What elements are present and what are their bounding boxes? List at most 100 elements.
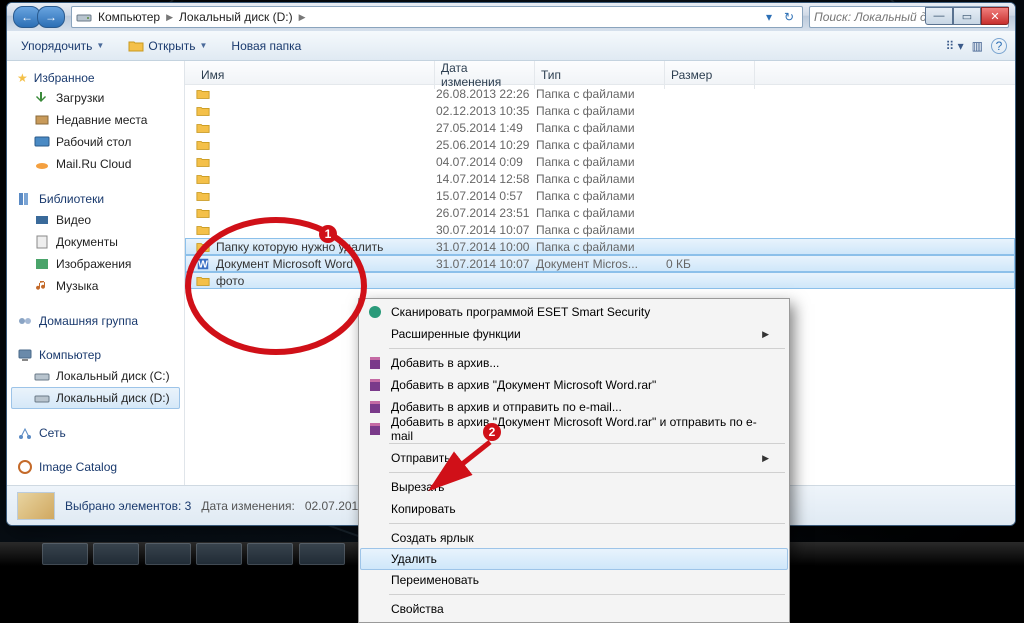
file-type: Папка с файлами [536, 104, 666, 118]
new-folder-button[interactable]: Новая папка [225, 37, 307, 55]
taskbar-item[interactable] [93, 543, 139, 565]
star-icon: ★ [17, 71, 28, 85]
view-mode-button[interactable]: ⠿ ▾ [946, 39, 964, 53]
refresh-icon[interactable]: ↻ [780, 10, 798, 24]
sidebar-item-pictures[interactable]: Изображения [11, 253, 180, 275]
menu-item[interactable]: Расширенные функции▶ [361, 323, 787, 345]
sidebar-item-drive-c[interactable]: Локальный диск (C:) [11, 365, 180, 387]
file-type: Папка с файлами [536, 240, 666, 254]
sidebar-homegroup-header[interactable]: Домашняя группа [11, 311, 180, 331]
file-name: Папку которую нужно удалить [216, 240, 383, 254]
menu-item[interactable]: Добавить в архив "Документ Microsoft Wor… [361, 374, 787, 396]
file-row[interactable]: 14.07.2014 12:58Папка с файлами [185, 170, 1015, 187]
taskbar-item[interactable] [196, 543, 242, 565]
drive-icon [76, 9, 92, 25]
file-row[interactable]: 26.07.2014 23:51Папка с файлами [185, 204, 1015, 221]
file-name: фото [216, 274, 244, 288]
file-date: 02.12.2013 10:35 [436, 104, 536, 118]
sidebar-item-downloads[interactable]: Загрузки [11, 87, 180, 109]
menu-separator [389, 348, 785, 349]
documents-icon [34, 234, 50, 250]
organize-button[interactable]: Упорядочить▼ [15, 37, 110, 55]
sidebar-item-videos[interactable]: Видео [11, 209, 180, 231]
taskbar-item[interactable] [247, 543, 293, 565]
column-headers[interactable]: Имя Дата изменения Тип Размер [185, 61, 1015, 85]
sidebar-network-header[interactable]: Сеть [11, 423, 180, 443]
context-menu[interactable]: Сканировать программой ESET Smart Securi… [358, 298, 790, 623]
address-bar[interactable]: Компьютер ▶ Локальный диск (D:) ▶ ▾ ↻ [71, 6, 803, 28]
menu-item[interactable]: Добавить в архив "Документ Microsoft Wor… [361, 418, 787, 440]
breadcrumb-drive[interactable]: Локальный диск (D:) [179, 10, 293, 24]
sidebar-item-music[interactable]: Музыка [11, 275, 180, 297]
menu-item[interactable]: Отправить▶ [361, 447, 787, 469]
sidebar-computer-header[interactable]: Компьютер [11, 345, 180, 365]
help-button[interactable]: ? [991, 38, 1007, 54]
sidebar-item-drive-d[interactable]: Локальный диск (D:) [11, 387, 180, 409]
downloads-icon [34, 90, 50, 106]
menu-item[interactable]: Вырезать [361, 476, 787, 498]
menu-item[interactable]: Переименовать [361, 569, 787, 591]
menu-item[interactable]: Удалить [360, 548, 788, 570]
menu-item-label: Добавить в архив "Документ Microsoft Wor… [391, 415, 769, 443]
file-row[interactable]: 25.06.2014 10:29Папка с файлами [185, 136, 1015, 153]
cloud-icon [34, 156, 50, 172]
close-button[interactable]: ✕ [981, 7, 1009, 25]
menu-item-label: Отправить [391, 451, 451, 465]
homegroup-icon [17, 313, 33, 329]
sidebar-item-mailru[interactable]: Mail.Ru Cloud [11, 153, 180, 175]
address-dropdown-icon[interactable]: ▾ [760, 10, 778, 24]
network-icon [17, 425, 33, 441]
file-row[interactable]: фото [185, 272, 1015, 289]
breadcrumb-sep-icon: ▶ [299, 12, 306, 23]
file-name: Документ Microsoft Word [216, 257, 353, 271]
sidebar-item-recent[interactable]: Недавние места [11, 109, 180, 131]
menu-item[interactable]: Сканировать программой ESET Smart Securi… [361, 301, 787, 323]
preview-pane-button[interactable]: ▥ [972, 39, 983, 53]
libraries-icon [17, 191, 33, 207]
taskbar-item[interactable] [42, 543, 88, 565]
file-type: Папка с файлами [536, 87, 666, 101]
menu-item-label: Добавить в архив "Документ Microsoft Wor… [391, 378, 656, 392]
taskbar-item[interactable] [145, 543, 191, 565]
file-date: 15.07.2014 0:57 [436, 189, 536, 203]
menu-item[interactable]: Добавить в архив... [361, 352, 787, 374]
maximize-button[interactable]: ▭ [953, 7, 981, 25]
open-button[interactable]: Открыть▼ [122, 36, 213, 56]
toolbar: Упорядочить▼ Открыть▼ Новая папка ⠿ ▾ ▥ … [7, 31, 1015, 61]
file-type: Папка с файлами [536, 206, 666, 220]
menu-item-label: Вырезать [391, 480, 444, 494]
menu-item[interactable]: Создать ярлык [361, 527, 787, 549]
menu-separator [389, 443, 785, 444]
file-row[interactable]: 15.07.2014 0:57Папка с файлами [185, 187, 1015, 204]
file-row[interactable]: WДокумент Microsoft Word31.07.2014 10:07… [185, 255, 1015, 272]
menu-item-label: Создать ярлык [391, 531, 474, 545]
sidebar-item-documents[interactable]: Документы [11, 231, 180, 253]
file-row[interactable]: 26.08.2013 22:26Папка с файлами [185, 85, 1015, 102]
status-date-label: Дата изменения: [201, 499, 295, 513]
sidebar-item-desktop[interactable]: Рабочий стол [11, 131, 180, 153]
menu-item[interactable]: Свойства [361, 598, 787, 620]
column-size[interactable]: Размер [665, 61, 755, 89]
window-controls: — ▭ ✕ [925, 7, 1009, 25]
column-type[interactable]: Тип [535, 61, 665, 89]
recent-icon [34, 112, 50, 128]
desktop-icon [34, 134, 50, 150]
file-size: 0 КБ [666, 257, 756, 271]
nav-forward-button[interactable]: → [37, 6, 65, 28]
file-row[interactable]: 30.07.2014 10:07Папка с файлами [185, 221, 1015, 238]
minimize-button[interactable]: — [925, 7, 953, 25]
sidebar-favorites-header[interactable]: ★Избранное [11, 69, 180, 87]
sidebar-libraries-header[interactable]: Библиотеки [11, 189, 180, 209]
file-row[interactable]: Папку которую нужно удалить31.07.2014 10… [185, 238, 1015, 255]
file-row[interactable]: 04.07.2014 0:09Папка с файлами [185, 153, 1015, 170]
taskbar-item[interactable] [299, 543, 345, 565]
menu-item[interactable]: Копировать [361, 498, 787, 520]
breadcrumb-computer[interactable]: Компьютер [98, 10, 160, 24]
sidebar-imagecatalog-header[interactable]: Image Catalog [11, 457, 180, 477]
column-date[interactable]: Дата изменения [435, 61, 535, 89]
breadcrumb-sep-icon: ▶ [166, 12, 173, 23]
file-row[interactable]: 27.05.2014 1:49Папка с файлами [185, 119, 1015, 136]
file-row[interactable]: 02.12.2013 10:35Папка с файлами [185, 102, 1015, 119]
column-name[interactable]: Имя [195, 61, 435, 89]
svg-text:W: W [198, 258, 208, 270]
